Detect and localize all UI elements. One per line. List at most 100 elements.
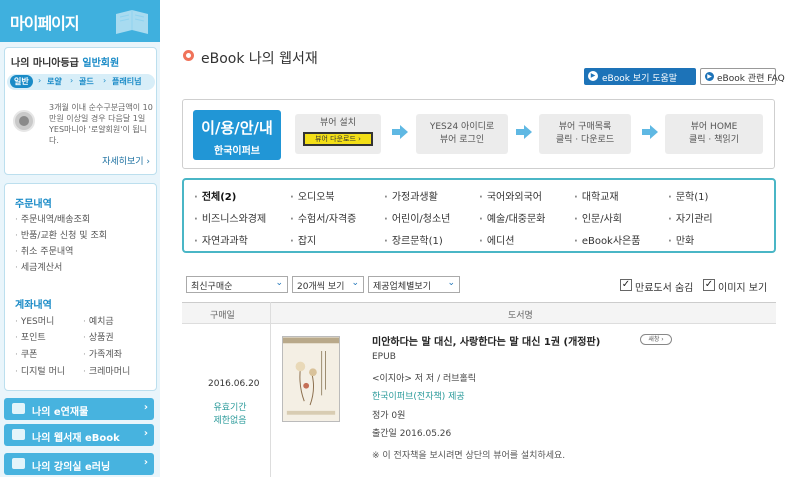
hide-expired-checkbox[interactable]: ✓ <box>620 279 632 291</box>
step-purchase-list: 뷰어 구매목록 클릭 · 다운로드 <box>539 114 631 154</box>
sidebar-item-digital[interactable]: 디지털 머니 <box>15 364 65 377</box>
grade-tab-gold[interactable]: 골드 <box>79 76 94 87</box>
ebook-faq-label: eBook 관련 FAQ <box>717 74 785 84</box>
step-read: 뷰어 HOME 클릭 · 책읽기 <box>665 114 763 154</box>
arrow-right-icon <box>516 125 532 139</box>
step3-line2: 클릭 · 다운로드 <box>555 135 615 145</box>
guide-title: 이/용/안/내 <box>201 119 273 137</box>
expiry-label: 유효기간 <box>213 403 247 413</box>
ebook-faq-button[interactable]: ▶ eBook 관련 FAQ <box>700 68 785 85</box>
classroom-icon <box>12 458 25 469</box>
sidebar-item-tax[interactable]: 세금계산서 <box>15 260 62 273</box>
my-classroom-button[interactable]: 나의 강의실 e러닝 › <box>4 453 154 475</box>
step-install-viewer: 뷰어 설치 뷰어 다운로드 › <box>295 114 381 154</box>
arrow-right-icon <box>642 125 658 139</box>
step2-line1: YES24 아이디로 <box>429 122 495 132</box>
chevron-down-icon: ⌄ <box>351 278 359 288</box>
sidebar-item-point[interactable]: 포인트 <box>15 330 46 343</box>
sidebar-item-giftcard[interactable]: 상품권 <box>83 330 114 343</box>
category-gift[interactable]: eBook사은품 <box>574 232 641 247</box>
book-title-link[interactable]: 미안하다는 말 대신, 사랑한다는 말 대신 1권 (개정판) <box>372 333 600 348</box>
book-publisher: 한국이퍼브(전자책) 제공 <box>372 392 465 402</box>
category-humanities[interactable]: 인문/사회 <box>574 210 622 225</box>
my-serial-label: 나의 e연재물 <box>32 407 89 418</box>
sidebar-item-yesmoney[interactable]: YES머니 <box>15 314 54 327</box>
sidebar-item-coupon[interactable]: 쿠폰 <box>15 347 38 360</box>
viewer-download-button[interactable]: 뷰어 다운로드 › <box>303 132 373 146</box>
step2-line2: 뷰어 로그인 <box>439 135 485 145</box>
book-icon <box>116 10 148 34</box>
category-self-management[interactable]: 자기관리 <box>668 210 713 225</box>
category-exam[interactable]: 수험서/자격증 <box>290 210 357 225</box>
ebook-help-label: eBook 보기 도움말 <box>602 74 678 84</box>
category-business[interactable]: 비즈니스와경제 <box>194 210 266 225</box>
my-classroom-label: 나의 강의실 e러닝 <box>32 462 111 473</box>
category-edition[interactable]: 에디션 <box>479 232 515 247</box>
library-icon <box>12 429 25 440</box>
arrow-right-icon <box>392 125 408 139</box>
my-serial-button[interactable]: 나의 e연재물 › <box>4 398 154 420</box>
medal-icon <box>13 110 35 132</box>
sidebar-item-return[interactable]: 반품/교환 신청 및 조회 <box>15 228 107 241</box>
sort-select[interactable]: 최신구매순 ⌄ <box>186 276 288 293</box>
category-textbook[interactable]: 대학교재 <box>574 188 619 203</box>
column-divider <box>270 302 271 477</box>
sidebar-item-family[interactable]: 가족계좌 <box>83 347 122 360</box>
step1-text: 뷰어 설치 <box>320 118 356 128</box>
category-audiobook[interactable]: 오디오북 <box>290 188 335 203</box>
sidebar-item-crema[interactable]: 크레마머니 <box>83 364 130 377</box>
category-home-life[interactable]: 가정과생활 <box>384 188 438 203</box>
col-purchase-date: 구매일 <box>210 311 235 321</box>
expiry-value: 제한없음 <box>213 416 247 426</box>
grade-tab-arrow: › <box>70 76 74 85</box>
guide-subtitle: 한국이퍼브 <box>214 146 260 157</box>
step3-line1: 뷰어 구매목록 <box>558 122 612 132</box>
expiry-info: 유효기간 제한없음 <box>206 402 254 428</box>
sidebar-item-order[interactable]: 주문내역/배송조회 <box>15 212 90 225</box>
grade-tab-royal[interactable]: 로얄 <box>47 76 62 87</box>
category-arts[interactable]: 예술/대중문화 <box>479 210 546 225</box>
per-page-select[interactable]: 20개씩 보기 ⌄ <box>292 276 364 293</box>
category-language[interactable]: 국어와외국어 <box>479 188 542 203</box>
title-bullet-icon <box>183 50 194 61</box>
grade-tab-arrow: › <box>38 76 42 85</box>
new-window-button[interactable]: 새창 › <box>640 334 672 345</box>
chevron-down-icon: ⌄ <box>447 278 455 288</box>
category-all[interactable]: 전체(2) <box>194 188 237 203</box>
my-weblibrary-button[interactable]: 나의 웹서재 eBook › <box>4 424 154 446</box>
play-icon: ▶ <box>588 71 598 81</box>
serial-icon <box>12 403 25 414</box>
viewer-notice: ※ 이 전자책을 보시려면 상단의 뷰어를 설치하세요. <box>372 451 566 461</box>
grade-tab-normal[interactable]: 일반 <box>10 75 33 88</box>
category-literature[interactable]: 문학(1) <box>668 188 709 203</box>
grade-description: 3개월 이내 순수구분금액이 10만원 이상일 경우 다음달 1일 YES마니아… <box>49 103 153 145</box>
book-cover-image[interactable] <box>282 336 340 422</box>
grade-prefix: 나의 마니아등급 <box>11 58 79 69</box>
publisher-select[interactable]: 제공업체별보기 ⌄ <box>368 276 460 293</box>
book-price: 정가 0원 <box>372 411 406 421</box>
show-image-checkbox[interactable]: ✓ <box>703 279 715 291</box>
grade-tabs: 일반 › 로얄 › 골드 › 플래티넘 <box>7 74 155 90</box>
sidebar-item-cancel[interactable]: 취소 주문내역 <box>15 244 74 257</box>
mypage-title: 마이페이지 <box>10 14 80 33</box>
grade-more-link[interactable]: 자세히보기 › <box>102 154 150 167</box>
page-title: eBook 나의 웹서재 <box>201 51 318 67</box>
category-children[interactable]: 어린이/청소년 <box>384 210 451 225</box>
category-comics[interactable]: 만화 <box>668 232 694 247</box>
order-section-title[interactable]: 주문내역 <box>15 195 52 210</box>
category-genre[interactable]: 장르문학(1) <box>384 232 443 247</box>
category-filter: 전체(2) 오디오북 가정과생활 국어와외국어 대학교재 문학(1) 비즈니스와… <box>182 178 776 253</box>
table-header: 구매일 도서명 <box>182 302 776 324</box>
purchase-date: 2016.06.20 <box>208 379 260 389</box>
ebook-help-button[interactable]: ▶ eBook 보기 도움말 <box>584 68 696 85</box>
grade-tab-platinum[interactable]: 플래티넘 <box>112 76 141 87</box>
step4-line1: 뷰어 HOME <box>690 122 738 132</box>
sidebar-item-deposit[interactable]: 예치금 <box>83 314 114 327</box>
category-magazine[interactable]: 잡지 <box>290 232 316 247</box>
book-author: <이지아> 저 저 / 러브홀릭 <box>372 374 477 384</box>
grade-title: 나의 마니아등급 일반회원 <box>11 54 119 69</box>
per-page-select-value: 20개씩 보기 <box>297 282 345 292</box>
grade-value: 일반회원 <box>82 58 120 69</box>
account-section-title[interactable]: 계좌내역 <box>15 296 52 311</box>
category-science[interactable]: 자연과과학 <box>194 232 248 247</box>
